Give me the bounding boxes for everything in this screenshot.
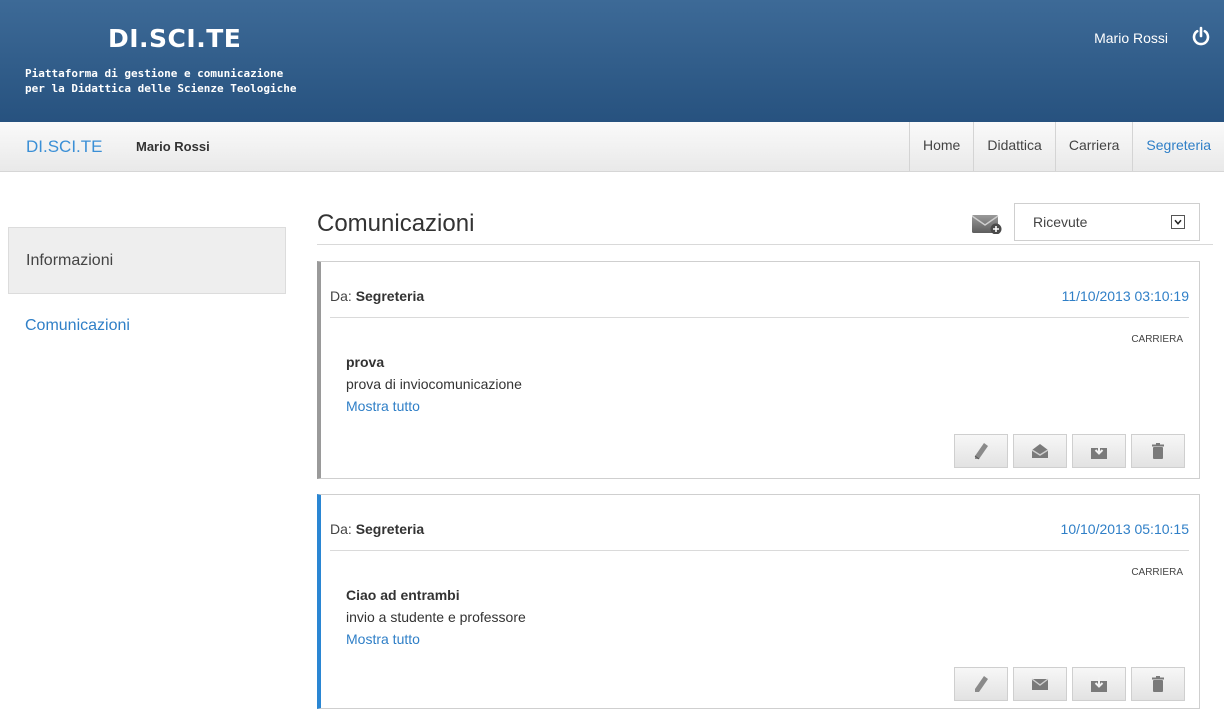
message-actions [954,667,1185,701]
message-actions [954,434,1185,468]
tab-segreteria[interactable]: Segreteria [1132,122,1224,171]
sidebar-item-informazioni[interactable]: Informazioni [8,227,286,294]
message-subject: prova [346,354,385,370]
message-date: 10/10/2013 05:10:15 [1060,521,1189,537]
message-header: Da: Segreteria 11/10/2013 03:10:19 [330,262,1189,318]
envelope-plus-icon[interactable] [972,212,1002,234]
header-user-name[interactable]: Mario Rossi [1094,30,1168,46]
reply-button[interactable] [954,434,1008,468]
message-category-tag: CARRIERA [1131,567,1183,578]
nav-brand[interactable]: DI.SCI.TE [26,137,103,157]
title-divider [317,244,1213,245]
delete-button[interactable] [1131,434,1185,468]
delete-button[interactable] [1131,667,1185,701]
tab-didattica[interactable]: Didattica [973,122,1054,171]
reply-button[interactable] [954,667,1008,701]
message-card[interactable]: Da: Segreteria 10/10/2013 05:10:15 CARRI… [317,494,1200,709]
nav-bar: DI.SCI.TE Mario Rossi Home Didattica Car… [0,122,1224,172]
message-date: 11/10/2013 03:10:19 [1061,288,1189,304]
pencil-icon [974,443,988,460]
filter-selected-value: Ricevute [1033,214,1088,230]
archive-button[interactable] [1072,667,1126,701]
chevron-down-icon[interactable] [1171,215,1185,229]
trash-icon [1152,443,1164,459]
tab-carriera[interactable]: Carriera [1054,122,1133,171]
message-preview: prova di inviocomunicazione [346,376,522,392]
app-subtitle-line-1: Piattaforma di gestione e comunicazione [25,67,284,80]
mark-read-button[interactable] [1013,667,1067,701]
archive-button[interactable] [1072,434,1126,468]
envelope-open-icon [1031,444,1049,458]
tab-home[interactable]: Home [909,122,973,171]
show-all-link[interactable]: Mostra tutto [346,631,420,647]
message-category-tag: CARRIERA [1131,334,1183,345]
message-filter-select[interactable]: Ricevute [1014,203,1200,241]
power-icon[interactable] [1191,26,1211,46]
from-label: Da: [330,288,352,304]
nav-user-name: Mario Rossi [136,139,210,154]
sidebar-item-comunicazioni[interactable]: Comunicazioni [25,317,130,335]
message-subject: Ciao ad entrambi [346,587,460,603]
page-title: Comunicazioni [317,210,475,237]
top-header: DI.SCI.TE Piattaforma di gestione e comu… [0,0,1224,122]
trash-icon [1152,676,1164,692]
app-title: DI.SCI.TE [108,24,242,53]
message-from: Da: Segreteria [330,521,424,537]
from-name: Segreteria [355,521,425,537]
app-subtitle-line-2: per la Didattica delle Scienze Teologich… [25,82,297,95]
archive-icon [1091,677,1107,692]
app-subtitle: Piattaforma di gestione e comunicazione … [25,66,297,96]
mark-read-button[interactable] [1013,434,1067,468]
message-preview: invio a studente e professore [346,609,526,625]
message-card[interactable]: Da: Segreteria 11/10/2013 03:10:19 CARRI… [317,261,1200,479]
archive-icon [1091,444,1107,459]
from-name: Segreteria [355,288,425,304]
envelope-icon [1031,678,1049,690]
from-label: Da: [330,521,352,537]
message-header: Da: Segreteria 10/10/2013 05:10:15 [330,495,1189,551]
message-from: Da: Segreteria [330,288,424,304]
nav-tabs: Home Didattica Carriera Segreteria [909,122,1224,171]
pencil-icon [975,676,988,692]
show-all-link[interactable]: Mostra tutto [346,398,420,414]
